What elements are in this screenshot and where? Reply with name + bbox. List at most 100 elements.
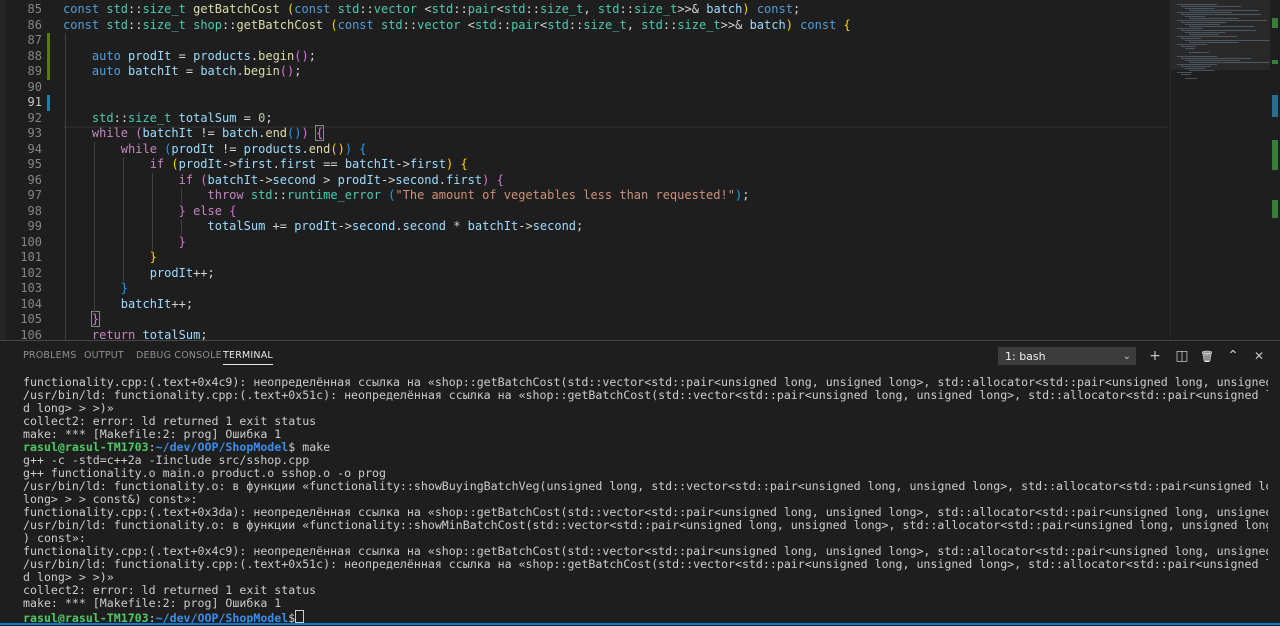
line-number[interactable]: 90	[6, 80, 42, 96]
line-number[interactable]: 88	[6, 49, 42, 65]
chevron-down-icon: ⌄	[1122, 351, 1131, 362]
split-icon: ◫	[1175, 348, 1189, 364]
scroll-change-marker	[1272, 200, 1278, 218]
code-text: }	[178, 234, 186, 249]
minimap-line	[1185, 32, 1225, 33]
minimap-line	[1185, 24, 1220, 25]
tab-terminal[interactable]: TERMINAL	[223, 350, 273, 365]
code-line[interactable]: 85 const std::size_t getBatchCost (const …	[0, 2, 1170, 18]
maximize-panel-button[interactable]: ⌃	[1223, 346, 1243, 366]
code-text: } else {	[178, 203, 237, 218]
code-text: auto prodIt = products.begin();	[91, 48, 316, 63]
line-number[interactable]: 99	[6, 219, 42, 235]
minimap-line	[1181, 14, 1261, 15]
line-number[interactable]: 93	[6, 126, 42, 142]
minimap-line	[1181, 22, 1226, 23]
terminal-line: /usr/bin/ld: functionality.o: в функции …	[23, 479, 1268, 493]
tab-problems[interactable]: PROBLEMS	[23, 350, 76, 361]
line-number[interactable]: 91	[6, 95, 42, 111]
terminal-line: /usr/bin/ld: functionality.cpp:(.text+0x…	[23, 388, 1268, 402]
minimap-line	[1189, 42, 1239, 43]
code-line[interactable]: 100 }	[0, 235, 1170, 251]
code-line[interactable]: 86 const std::size_t shop::getBatchCost (…	[0, 18, 1170, 34]
code-line[interactable]: 89 auto batchIt = batch.begin();	[0, 64, 1170, 80]
minimap-line	[1185, 68, 1205, 69]
line-number[interactable]: 92	[6, 111, 42, 127]
tab-debug-console[interactable]: DEBUG CONSOLE	[136, 350, 222, 361]
bottom-panel: PROBLEMS OUTPUT DEBUG CONSOLE TERMINAL 1: b…	[0, 340, 1280, 626]
minimap[interactable]	[1170, 0, 1274, 340]
code-line[interactable]: 98 } else {	[0, 204, 1170, 220]
kill-terminal-button[interactable]: 🗑	[1197, 346, 1217, 366]
line-number[interactable]: 85	[6, 2, 42, 18]
line-number[interactable]: 94	[6, 142, 42, 158]
git-change-marker[interactable]	[47, 48, 50, 64]
code-line[interactable]: 92 std::size_t totalSum = 0;	[0, 111, 1170, 127]
line-number[interactable]: 101	[6, 250, 42, 266]
close-panel-button[interactable]: ✕	[1249, 346, 1269, 366]
line-number[interactable]: 87	[6, 33, 42, 49]
line-number[interactable]: 89	[6, 64, 42, 80]
code-line[interactable]: 95 if (prodIt->first.first == batchIt->f…	[0, 157, 1170, 173]
terminal-select-value: 1: bash	[1005, 350, 1046, 363]
code-line[interactable]: 91	[0, 95, 1170, 111]
minimap-line	[1189, 34, 1219, 35]
code-line[interactable]: 88 auto prodIt = products.begin();	[0, 48, 1170, 65]
line-number[interactable]: 100	[6, 235, 42, 251]
code-text: auto batchIt = batch.begin();	[91, 64, 302, 78]
code-line[interactable]: 94 while (prodIt != products.end()) {	[0, 142, 1170, 158]
close-icon: ✕	[1253, 349, 1265, 363]
code-line[interactable]: 103 }	[0, 281, 1170, 297]
code-line[interactable]: 99 totalSum += prodIt->second.second * b…	[0, 219, 1170, 235]
code-line[interactable]: 104 batchIt++;	[0, 297, 1170, 313]
code-line[interactable]: 93 while (batchIt != batch.end()) {	[0, 125, 1170, 142]
minimap-line	[1177, 36, 1237, 37]
split-terminal-button[interactable]: ◫	[1172, 346, 1192, 366]
minimap-line	[1177, 64, 1217, 65]
line-number[interactable]: 105	[6, 312, 42, 328]
minimap-line	[1181, 46, 1196, 47]
terminal-cursor[interactable]	[295, 610, 305, 623]
editor-scrollbar[interactable]	[1270, 0, 1280, 340]
line-number[interactable]: 96	[6, 173, 42, 189]
code-editor[interactable]: 85 const std::size_t getBatchCost (const …	[0, 0, 1280, 340]
line-number[interactable]: 95	[6, 157, 42, 173]
minimap-line	[1177, 12, 1232, 13]
line-number[interactable]: 102	[6, 266, 42, 282]
line-number[interactable]: 86	[6, 18, 42, 34]
tab-output[interactable]: OUTPUT	[84, 350, 124, 361]
line-number[interactable]: 106	[6, 328, 42, 341]
code-line[interactable]: 101 }	[0, 250, 1170, 266]
minimap-line	[1189, 52, 1209, 53]
terminal-line: make: *** [Makefile:2: prog] Ошибка 1	[23, 596, 282, 610]
new-terminal-button[interactable]: +	[1145, 346, 1165, 366]
code-line[interactable]: 90	[0, 80, 1170, 96]
minimap-line	[1177, 56, 1217, 57]
code-line[interactable]: 105 }	[0, 311, 1170, 328]
terminal-select[interactable]: 1: bash ⌄	[998, 347, 1136, 365]
line-number[interactable]: 103	[6, 281, 42, 297]
line-number[interactable]: 98	[6, 204, 42, 220]
prompt-path: ~/dev/OOP/ShopModel	[155, 440, 289, 454]
minimap-line	[1189, 18, 1239, 19]
code-line[interactable]: 97 throw std::runtime_error ("The amount…	[0, 188, 1170, 204]
code-text: return totalSum;	[91, 327, 208, 341]
scroll-change-marker	[1272, 60, 1278, 64]
terminal-output[interactable]: functionality.cpp:(.text+0x4c9): неопред…	[23, 376, 1268, 624]
code-line[interactable]: 96 if (batchIt->second > prodIt->second.…	[0, 173, 1170, 189]
code-text: while (batchIt != batch.end()) {	[91, 125, 325, 141]
terminal-line: /usr/bin/ld: functionality.o: в функции …	[23, 518, 1268, 532]
code-text: batchIt++;	[120, 296, 194, 311]
git-change-marker[interactable]	[47, 95, 50, 111]
code-text: totalSum += prodIt->second.second * batc…	[207, 219, 584, 233]
code-line[interactable]: 106 return totalSum;	[0, 328, 1170, 341]
code-line[interactable]: 102 prodIt++;	[0, 266, 1170, 282]
git-change-marker[interactable]	[47, 33, 50, 49]
panel-tabs: PROBLEMS OUTPUT DEBUG CONSOLE TERMINAL	[0, 341, 700, 371]
terminal-scrollbar[interactable]	[1270, 371, 1280, 624]
minimap-line	[1181, 66, 1211, 67]
line-number[interactable]: 104	[6, 297, 42, 313]
line-number[interactable]: 97	[6, 188, 42, 204]
git-change-marker[interactable]	[47, 64, 50, 80]
code-line[interactable]: 87	[0, 33, 1170, 49]
